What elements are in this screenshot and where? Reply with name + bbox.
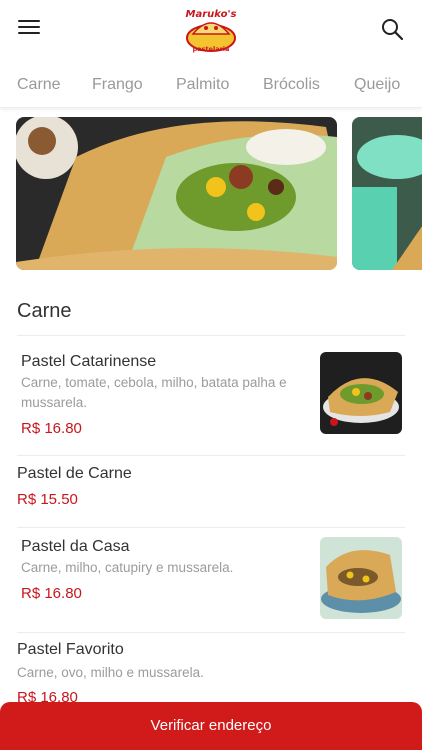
item-description: Carne, ovo, milho e mussarela. <box>17 665 204 680</box>
section-title: Carne <box>17 300 72 322</box>
category-tabs: Carne Frango Palmito Brócolis Queijo <box>0 60 422 108</box>
item-name: Pastel de Carne <box>17 465 132 482</box>
item-price: R$ 16.80 <box>21 585 82 602</box>
tab-queijo[interactable]: Queijo <box>354 76 400 94</box>
menu-item[interactable]: Pastel de Carne R$ 15.50 <box>0 456 422 527</box>
menu-item[interactable]: Pastel Favorito Carne, ovo, milho e muss… <box>0 633 422 706</box>
hamburger-menu-icon[interactable] <box>18 20 40 38</box>
tab-frango[interactable]: Frango <box>92 76 143 94</box>
item-image <box>320 537 402 619</box>
item-name: Pastel Favorito <box>17 641 124 658</box>
promo-banner-pastel[interactable] <box>16 117 337 270</box>
menu-item[interactable]: Pastel Catarinense Carne, tomate, cebola… <box>0 336 422 455</box>
tab-carne[interactable]: Carne <box>17 76 61 94</box>
item-price: R$ 16.80 <box>21 420 82 437</box>
logo: Maruko's pastelaria <box>186 9 237 53</box>
search-icon[interactable] <box>380 17 404 41</box>
item-image <box>320 352 402 434</box>
tab-palmito[interactable]: Palmito <box>176 76 229 94</box>
item-name: Pastel da Casa <box>21 538 130 555</box>
item-description: Carne, milho, catupiry e mussarela. <box>21 560 234 575</box>
item-name: Pastel Catarinense <box>21 353 157 370</box>
logo-title: Maruko's <box>186 9 237 20</box>
item-description: Carne, tomate, cebola, milho, batata pal… <box>21 375 287 410</box>
item-price: R$ 15.50 <box>17 491 78 508</box>
promo-banner-secondary[interactable] <box>352 117 422 270</box>
verify-address-button[interactable]: Verificar endereço <box>0 702 422 750</box>
logo-subtitle: pastelaria <box>193 45 230 53</box>
app-header: Maruko's pastelaria <box>0 0 422 60</box>
menu-item[interactable]: Pastel da Casa Carne, milho, catupiry e … <box>0 528 422 632</box>
tab-brocolis[interactable]: Brócolis <box>263 76 320 94</box>
